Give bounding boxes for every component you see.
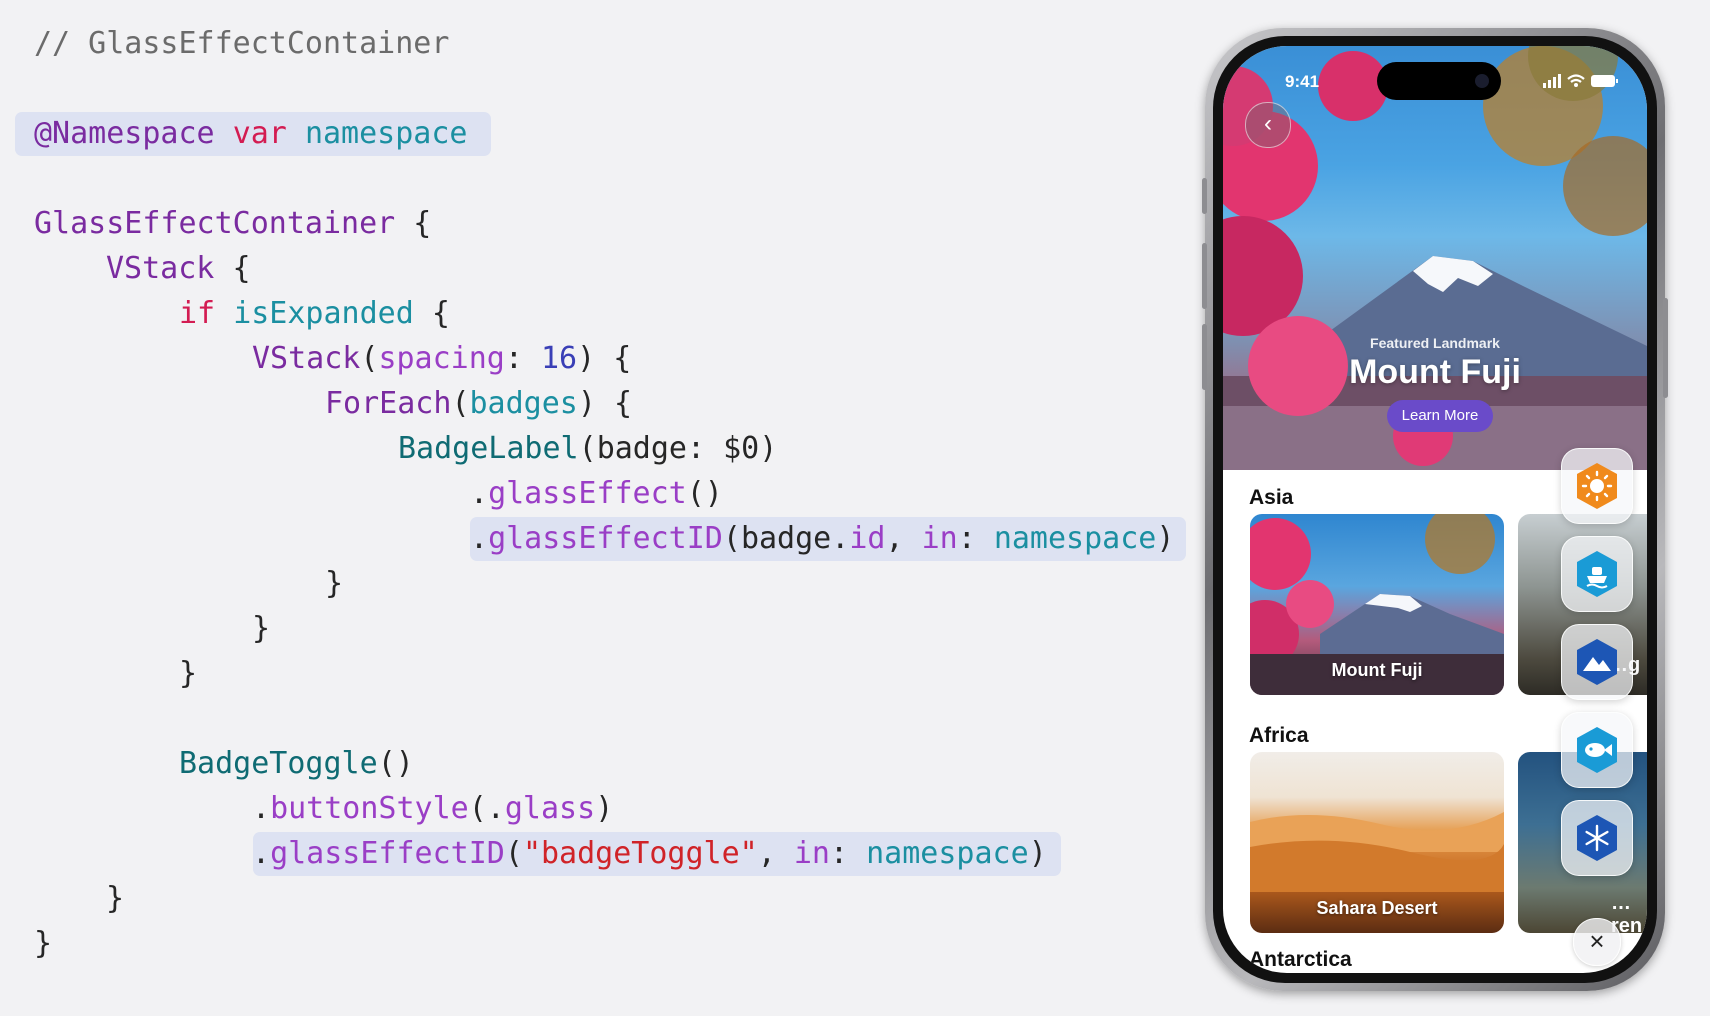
code-badge-toggle: BadgeToggle — [179, 746, 378, 781]
hero-title: Mount Fuji — [1349, 353, 1521, 391]
close-icon: × — [1589, 926, 1605, 956]
code-brace: } — [106, 881, 125, 916]
badge-snowflake[interactable] — [1561, 800, 1633, 876]
section-africa: Africa — [1249, 724, 1309, 747]
code-line-close-vstack-inner: } — [252, 607, 270, 651]
section-asia: Asia — [1249, 486, 1294, 509]
code-line-badge-toggle: BadgeToggle() — [179, 746, 414, 781]
volume-down-button — [1202, 324, 1207, 390]
code-if-keyword: if — [179, 296, 216, 331]
card-mount-fuji[interactable]: Mount Fuji — [1250, 514, 1504, 695]
side-button — [1663, 298, 1668, 398]
code-line-container: GlassEffectContainer { — [34, 202, 431, 246]
code-line-close-if: } — [179, 652, 197, 696]
code-brace: { — [613, 341, 632, 376]
code-line-glass-effect-id: .glassEffectID(badge.id, in: namespace) — [470, 521, 1175, 556]
code-line-button-style: .buttonStyle(.glass) — [252, 791, 614, 826]
code-badge-toggle-string: "badgeToggle" — [522, 836, 758, 871]
code-is-expanded: isExpanded — [233, 296, 414, 331]
code-badge-id-prop: id — [849, 521, 886, 556]
fish-icon — [1577, 727, 1617, 773]
back-button[interactable]: ‹ — [1245, 102, 1291, 148]
code-line-badge-label: BadgeLabel(badge: $0) — [398, 431, 778, 466]
code-spacing-value: 16 — [541, 341, 578, 376]
code-brace: { — [431, 296, 450, 331]
code-namespace-ref: namespace — [993, 521, 1157, 556]
badge-toggle-button[interactable]: × — [1573, 918, 1621, 966]
code-namespace-attr: @Namespace — [34, 116, 215, 151]
boat-icon — [1577, 551, 1617, 597]
code-brace: } — [179, 656, 198, 691]
code-line-if: if isExpanded { — [179, 292, 450, 336]
card-sahara-desert[interactable]: Sahara Desert — [1250, 752, 1504, 933]
card-label-sahara-desert: Sahara Desert — [1316, 898, 1438, 918]
status-icons — [1543, 74, 1618, 88]
code-container-type: GlassEffectContainer — [34, 206, 396, 241]
screen-bezel: 9:41 ‹ Featured Landmark Mount Fuji Lear… — [1213, 36, 1657, 983]
code-badge-obj: badge — [740, 521, 832, 556]
code-panel: // GlassEffectContainer @Namespace var n… — [0, 0, 1200, 1016]
code-var-keyword: var — [232, 116, 287, 151]
code-badge-label: BadgeLabel — [398, 431, 579, 466]
chevron-left-icon: ‹ — [1264, 110, 1272, 137]
code-in-keyword: in — [921, 521, 958, 556]
badge-fish[interactable] — [1561, 712, 1633, 788]
volume-up-button — [1202, 243, 1207, 309]
code-line-toggle-glass-id: .glassEffectID("badgeToggle", in: namesp… — [252, 836, 1047, 871]
hero-image: 9:41 ‹ Featured Landmark Mount Fuji Lear… — [1223, 46, 1647, 470]
code-brace: { — [232, 251, 251, 286]
iphone-mockup: 9:41 ‹ Featured Landmark Mount Fuji Lear… — [1202, 28, 1668, 991]
code-namespace-ref: namespace — [866, 836, 1029, 871]
code-badges: badges — [469, 386, 578, 421]
code-line-namespace: @Namespace var namespace — [34, 112, 468, 156]
mountain-icon — [1577, 639, 1617, 685]
code-line-vstack-spacing: VStack(spacing: 16) { — [252, 341, 632, 376]
card-label-mount-fuji: Mount Fuji — [1331, 660, 1423, 680]
code-badge-arg: badge: $0 — [596, 431, 760, 466]
code-vstack-inner: VStack — [252, 341, 361, 376]
code-vstack: VStack — [106, 251, 215, 286]
sun-icon — [1577, 463, 1617, 509]
code-brace: { — [413, 206, 432, 241]
phone-screen: 9:41 ‹ Featured Landmark Mount Fuji Lear… — [1223, 46, 1647, 973]
camera-dot — [1475, 74, 1489, 88]
code-foreach: ForEach — [325, 386, 452, 421]
code-comment: // GlassEffectContainer — [34, 26, 450, 61]
code-line-glass-effect: .glassEffect() — [470, 476, 723, 511]
code-line-close-foreach: } — [325, 562, 343, 606]
code-glass-effect-id: glassEffectID — [270, 836, 505, 871]
badge-sun[interactable] — [1561, 448, 1633, 524]
code-brace: } — [325, 566, 344, 601]
snowflake-icon — [1577, 815, 1617, 861]
learn-more-button[interactable]: Learn More — [1387, 400, 1493, 432]
code-line-close-vstack: } — [106, 877, 124, 921]
code-line-comment: // GlassEffectContainer — [34, 22, 449, 66]
code-button-style: buttonStyle — [270, 791, 469, 826]
code-brace: } — [252, 611, 271, 646]
code-in-keyword: in — [793, 836, 830, 871]
dynamic-island — [1377, 62, 1501, 100]
code-glass-effect-id: glassEffectID — [488, 521, 723, 556]
code-glass-value: glass — [504, 791, 596, 826]
code-spacing-label: spacing — [378, 341, 505, 376]
code-line-foreach: ForEach(badges) { — [325, 386, 633, 421]
code-glass-effect: glassEffect — [488, 476, 687, 511]
code-brace: } — [34, 926, 53, 961]
hero-subtitle: Featured Landmark — [1370, 335, 1500, 351]
status-time: 9:41 — [1285, 72, 1320, 91]
badge-boat[interactable] — [1561, 536, 1633, 612]
badge-mountain[interactable] — [1561, 624, 1633, 700]
code-line-vstack: VStack { — [106, 247, 251, 291]
code-namespace-name: namespace — [304, 116, 468, 151]
action-button — [1202, 178, 1207, 214]
code-line-close-container: } — [34, 922, 52, 966]
section-antarctica: Antarctica — [1249, 948, 1352, 971]
code-brace: { — [614, 386, 633, 421]
